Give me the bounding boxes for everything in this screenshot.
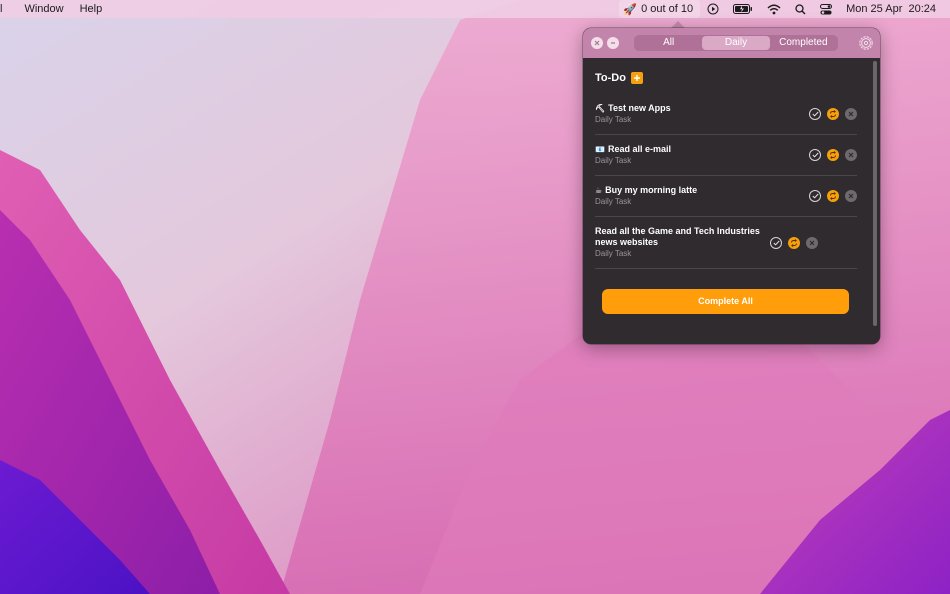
clock[interactable]: Mon 25 Apr 20:24 <box>839 0 950 18</box>
task-title: ☕ Buy my morning latte <box>595 185 809 196</box>
todo-popover: All Daily Completed To-Do ⛏ Test new Apps… <box>583 28 880 344</box>
complete-all-button[interactable]: Complete All <box>602 289 849 314</box>
task-row: Read all the Game and Tech Industries ne… <box>595 217 857 269</box>
check-icon <box>811 193 819 199</box>
task-title: ⛏ Test new Apps <box>595 103 809 114</box>
minimize-button[interactable] <box>607 37 619 49</box>
task-title-text: Read all the Game and Tech Industries ne… <box>595 226 760 247</box>
complete-task-button[interactable] <box>809 108 821 120</box>
wifi-icon[interactable] <box>760 0 788 18</box>
task-row: ☕ Buy my morning latte Daily Task <box>595 176 857 217</box>
tab-daily[interactable]: Daily <box>702 36 770 50</box>
popover-header: All Daily Completed <box>583 28 880 58</box>
status-area: 🚀 0 out of 10 Mon 25 Apr 20:24 <box>619 0 950 18</box>
close-icon <box>848 152 854 158</box>
close-icon <box>848 111 854 117</box>
rocket-icon: 🚀 <box>623 3 638 16</box>
plus-icon <box>633 75 640 81</box>
check-icon <box>772 240 780 246</box>
repeat-icon <box>830 151 836 159</box>
check-icon <box>811 152 819 158</box>
menu-bar: l Window Help 🚀 0 out of 10 Mon 25 Apr 2… <box>0 0 950 18</box>
minus-icon <box>611 42 615 44</box>
task-title-text: Buy my morning latte <box>605 185 698 195</box>
repeat-icon <box>830 192 836 200</box>
menu-item-help[interactable]: Help <box>72 3 111 15</box>
task-row: 📧 Read all e-mail Daily Task <box>595 135 857 176</box>
repeat-task-button[interactable] <box>788 236 800 249</box>
close-icon <box>848 193 854 199</box>
repeat-icon <box>830 110 836 118</box>
popover-body: To-Do ⛏ Test new Apps Daily Task 📧 Read … <box>583 58 880 344</box>
todo-status-item[interactable]: 🚀 0 out of 10 <box>619 0 701 18</box>
task-subtitle: Daily Task <box>595 249 632 258</box>
repeat-task-button[interactable] <box>827 108 839 120</box>
add-task-button[interactable] <box>630 72 643 84</box>
close-button[interactable] <box>591 37 603 49</box>
scrollbar[interactable] <box>873 61 877 326</box>
task-title: 📧 Read all e-mail <box>595 144 809 155</box>
menu-item-app[interactable]: l <box>0 3 10 15</box>
complete-task-button[interactable] <box>809 190 821 202</box>
repeat-task-button[interactable] <box>827 149 839 161</box>
section-header: To-Do <box>595 58 869 94</box>
repeat-icon <box>791 238 797 247</box>
check-icon <box>811 111 819 117</box>
filter-segmented-control: All Daily Completed <box>634 35 838 51</box>
tab-all[interactable]: All <box>635 36 702 50</box>
task-actions <box>770 236 818 249</box>
task-text: 📧 Read all e-mail Daily Task <box>595 138 809 172</box>
play-circle-icon[interactable] <box>700 0 726 18</box>
task-text: ☕ Buy my morning latte Daily Task <box>595 179 809 213</box>
remove-task-button[interactable] <box>806 236 818 249</box>
search-icon[interactable] <box>788 0 813 18</box>
task-actions <box>809 149 857 161</box>
section-title: To-Do <box>595 72 626 84</box>
complete-task-button[interactable] <box>809 149 821 161</box>
task-title-text: Read all e-mail <box>607 144 671 154</box>
task-emoji: ☕ <box>595 186 603 195</box>
todo-count: 0 out of 10 <box>641 3 694 15</box>
complete-task-button[interactable] <box>770 236 782 249</box>
control-center-icon[interactable] <box>813 0 839 18</box>
task-emoji: ⛏ <box>595 104 606 113</box>
task-title-text: Test new Apps <box>608 103 671 113</box>
task-subtitle: Daily Task <box>595 197 632 206</box>
battery-icon[interactable] <box>726 0 760 18</box>
task-subtitle: Daily Task <box>595 156 632 165</box>
close-icon <box>594 40 600 46</box>
menu-item-window[interactable]: Window <box>10 3 71 15</box>
task-actions <box>809 190 857 202</box>
remove-task-button[interactable] <box>845 108 857 120</box>
task-emoji: 📧 <box>595 145 605 154</box>
task-subtitle: Daily Task <box>595 115 632 124</box>
task-text: Read all the Game and Tech Industries ne… <box>595 220 770 265</box>
repeat-task-button[interactable] <box>827 190 839 202</box>
remove-task-button[interactable] <box>845 149 857 161</box>
task-text: ⛏ Test new Apps Daily Task <box>595 97 809 131</box>
task-title: Read all the Game and Tech Industries ne… <box>595 226 770 248</box>
close-icon <box>809 240 815 245</box>
task-row: ⛏ Test new Apps Daily Task <box>595 94 857 135</box>
task-actions <box>809 108 857 120</box>
remove-task-button[interactable] <box>845 190 857 202</box>
tab-completed[interactable]: Completed <box>770 36 837 50</box>
gear-icon[interactable] <box>858 35 874 51</box>
